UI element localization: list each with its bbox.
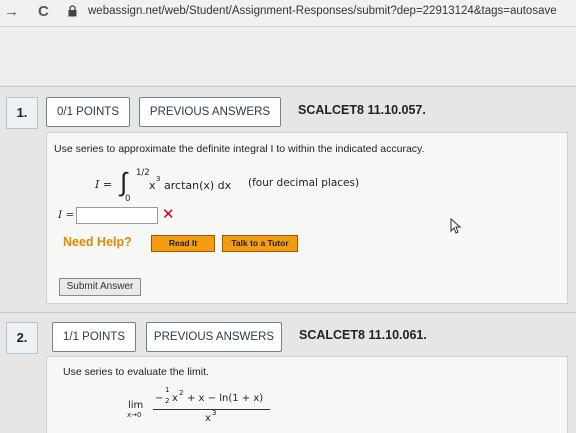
talk-to-tutor-button[interactable]: Talk to a Tutor [222, 235, 298, 252]
divider [0, 86, 576, 87]
lock-icon [68, 5, 77, 17]
previous-answers-button[interactable]: PREVIOUS ANSWERS [139, 97, 281, 127]
question-code: SCALCET8 11.10.061. [299, 328, 427, 342]
denominator-base: x [205, 413, 211, 424]
question-prompt: Use series to approximate the definite i… [54, 143, 425, 155]
page-header-area [0, 27, 576, 85]
answer-input[interactable] [76, 207, 158, 224]
need-help-label: Need Help? [63, 235, 132, 249]
answer-label: I = [58, 209, 75, 221]
reload-icon[interactable]: C [38, 3, 49, 20]
address-bar[interactable]: webassign.net/web/Student/Assignment-Res… [88, 5, 557, 17]
integral-lhs: I = [95, 178, 113, 191]
fraction-denominator: 2 [165, 397, 170, 405]
numerator-exponent: 2 [179, 389, 184, 397]
numerator-x: x [172, 393, 178, 404]
integrand-rest: arctan(x) dx [164, 179, 232, 192]
forward-icon[interactable]: → [4, 3, 19, 20]
mouse-pointer-icon [450, 218, 462, 234]
question-prompt: Use series to evaluate the limit. [63, 366, 209, 378]
numerator-rest: + x − ln(1 + x) [187, 393, 264, 404]
incorrect-icon: ✕ [162, 206, 175, 223]
submit-answer-button[interactable]: Submit Answer [59, 278, 141, 296]
upper-limit: 1/2 [136, 168, 150, 178]
numerator-sign: − [155, 393, 164, 404]
browser-toolbar: → C webassign.net/web/Student/Assignment… [0, 0, 576, 27]
question-number: 2. [6, 322, 38, 354]
limit-symbol: lim [128, 400, 144, 411]
denominator-exponent: 3 [212, 409, 217, 417]
integrand-exponent: 3 [156, 175, 161, 183]
read-it-button[interactable]: Read It [151, 235, 215, 252]
fraction-numerator: 1 [165, 386, 170, 394]
limit-subscript: x→0 [127, 411, 142, 419]
points-badge: 0/1 POINTS [46, 97, 130, 127]
integrand-base: x [149, 179, 156, 192]
question-code: SCALCET8 11.10.057. [298, 103, 426, 117]
divider [0, 312, 576, 313]
question-number: 1. [6, 97, 38, 129]
previous-answers-button[interactable]: PREVIOUS ANSWERS [146, 322, 282, 352]
lower-limit: 0 [125, 194, 131, 204]
accuracy-note: (four decimal places) [248, 177, 360, 189]
points-badge: 1/1 POINTS [52, 322, 136, 352]
